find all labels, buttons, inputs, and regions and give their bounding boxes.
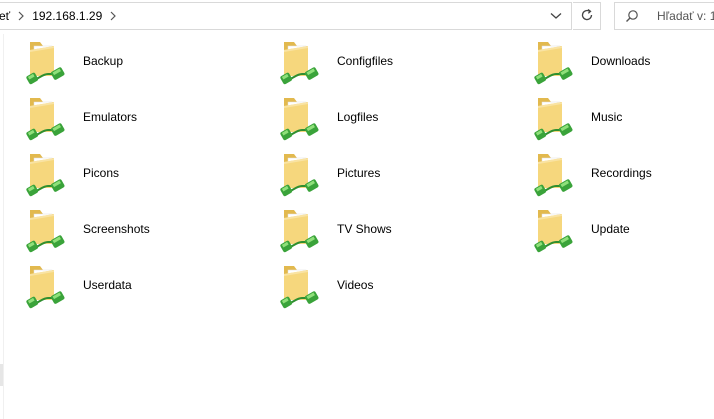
folder-label: Emulators bbox=[83, 110, 138, 124]
network-folder-icon bbox=[24, 148, 68, 198]
folder-item[interactable]: Configfiles bbox=[260, 36, 500, 86]
folder-label: Configfiles bbox=[337, 54, 394, 68]
network-folder-icon bbox=[532, 148, 576, 198]
network-folder-icon bbox=[24, 260, 68, 310]
folder-label: Backup bbox=[83, 54, 124, 68]
chevron-right-icon[interactable] bbox=[16, 2, 26, 30]
folder-item[interactable]: Backup bbox=[6, 36, 246, 86]
folder-item[interactable]: Emulators bbox=[6, 92, 246, 142]
chevron-right-icon[interactable] bbox=[108, 2, 118, 30]
folder-label: Screenshots bbox=[83, 222, 150, 236]
folder-item[interactable]: Downloads bbox=[514, 36, 714, 86]
navigation-pane-edge bbox=[0, 34, 4, 419]
search-icon bbox=[619, 3, 645, 29]
network-folder-icon bbox=[278, 92, 322, 142]
folder-label: Videos bbox=[337, 278, 374, 292]
network-folder-icon bbox=[532, 92, 576, 142]
network-folder-icon bbox=[532, 36, 576, 86]
network-folder-icon bbox=[278, 36, 322, 86]
folder-item[interactable]: Pictures bbox=[260, 148, 500, 198]
folder-label: Logfiles bbox=[337, 110, 379, 124]
folder-label: Picons bbox=[83, 166, 120, 180]
scrollbar-thumb[interactable] bbox=[0, 364, 3, 386]
refresh-button[interactable] bbox=[573, 2, 601, 30]
folder-item[interactable]: Userdata bbox=[6, 260, 246, 310]
folder-label: Music bbox=[591, 110, 623, 124]
folder-item[interactable]: Videos bbox=[260, 260, 500, 310]
folder-label: Userdata bbox=[83, 278, 132, 292]
folder-item[interactable]: Music bbox=[514, 92, 714, 142]
folder-label: Pictures bbox=[337, 166, 381, 180]
breadcrumb-host[interactable]: 192.168.1.29 bbox=[32, 2, 102, 30]
network-folder-icon bbox=[24, 204, 68, 254]
network-folder-icon bbox=[278, 260, 322, 310]
chevron-down-icon bbox=[550, 9, 562, 23]
address-history-dropdown[interactable] bbox=[547, 3, 565, 29]
folder-item[interactable]: TV Shows bbox=[260, 204, 500, 254]
network-folder-icon bbox=[24, 36, 68, 86]
search-input[interactable]: Hľadať v: 1 bbox=[614, 2, 714, 30]
network-folder-icon bbox=[532, 204, 576, 254]
network-folder-icon bbox=[24, 92, 68, 142]
folder-item[interactable]: Picons bbox=[6, 148, 246, 198]
folder-item[interactable]: Logfiles bbox=[260, 92, 500, 142]
top-toolbar: eť 192.168.1.29 Hľadať v: 1 bbox=[0, 0, 714, 34]
folder-label: Recordings bbox=[591, 166, 652, 180]
folder-label: TV Shows bbox=[337, 222, 392, 236]
search-placeholder: Hľadať v: 1 bbox=[657, 9, 714, 23]
address-bar[interactable]: eť 192.168.1.29 bbox=[0, 2, 572, 30]
folder-item[interactable]: Recordings bbox=[514, 148, 714, 198]
refresh-icon bbox=[580, 8, 594, 25]
file-list: Backup Configfiles Downloads Emulators L… bbox=[0, 34, 714, 419]
breadcrumb-network[interactable]: eť bbox=[0, 2, 10, 30]
folder-label: Update bbox=[591, 222, 630, 236]
network-folder-icon bbox=[278, 204, 322, 254]
folder-item[interactable]: Update bbox=[514, 204, 714, 254]
folder-item[interactable]: Screenshots bbox=[6, 204, 246, 254]
network-folder-icon bbox=[278, 148, 322, 198]
folder-label: Downloads bbox=[591, 54, 651, 68]
